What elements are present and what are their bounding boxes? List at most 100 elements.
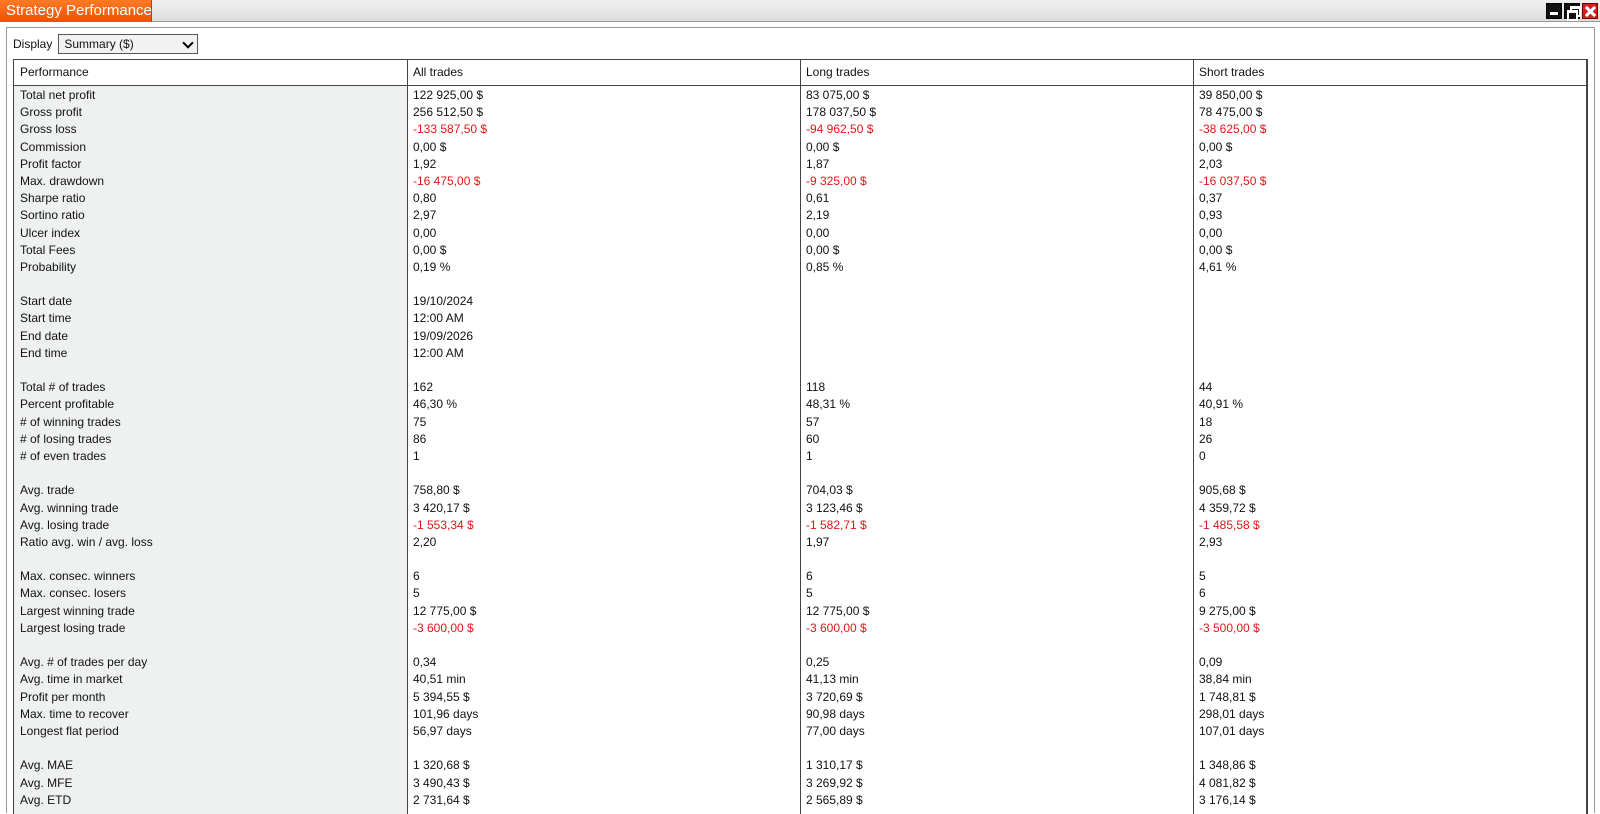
row-value: 18: [1199, 414, 1213, 429]
row-value: [800, 328, 806, 345]
row-value: 5: [1199, 569, 1206, 584]
row-label: Percent profitable: [20, 397, 115, 412]
table-row[interactable]: Gross loss -133 587,50 $ -94 962,50 $ -38 6…: [14, 121, 1587, 138]
table-row[interactable]: Avg. time in market 40,51 min 41,13 min 38,…: [14, 671, 1587, 688]
table-row[interactable]: [14, 465, 1587, 482]
row-value: 3 176,14 $: [1199, 792, 1256, 807]
table-row[interactable]: End time 12:00 AM: [14, 345, 1587, 362]
table-row[interactable]: Sortino ratio 2,97 2,19 0,93: [14, 207, 1587, 224]
row-value: [407, 551, 413, 568]
display-label: Display: [13, 37, 53, 51]
row-value: 0,00 $: [806, 139, 840, 154]
row-value: 0,00: [413, 225, 437, 240]
window-titlebar[interactable]: Strategy Performance: [0, 0, 1600, 22]
row-value: [1193, 465, 1199, 482]
header-long-trades[interactable]: Long trades: [800, 60, 1193, 85]
row-value: [800, 293, 806, 310]
row-value: -133 587,50 $: [413, 122, 488, 137]
table-row[interactable]: [14, 740, 1587, 757]
table-row[interactable]: Avg. MAE 1 320,68 $ 1 310,17 $ 1 348,86 $: [14, 757, 1587, 774]
row-value: 41,13 min: [806, 672, 859, 687]
table-row[interactable]: Sharpe ratio 0,80 0,61 0,37: [14, 190, 1587, 207]
row-label: Max. consec. losers: [20, 586, 127, 601]
table-row[interactable]: Max. consec. winners 6 6 5: [14, 568, 1587, 585]
row-label: Max. time to recover: [20, 706, 129, 721]
row-value: 3 123,46 $: [806, 500, 863, 515]
table-row[interactable]: Ulcer index 0,00 0,00 0,00: [14, 225, 1587, 242]
restore-icon[interactable]: [1564, 3, 1581, 21]
table-row[interactable]: # of losing trades 86 60 26: [14, 431, 1587, 448]
table-row[interactable]: Gross profit 256 512,50 $ 178 037,50 $ 78 4…: [14, 104, 1587, 121]
table-row[interactable]: Profit factor 1,92 1,87 2,03: [14, 156, 1587, 173]
row-value: -3 500,00 $: [1199, 620, 1260, 635]
row-label: [14, 362, 20, 379]
header-all-trades[interactable]: All trades: [407, 60, 800, 85]
header-short-trades[interactable]: Short trades: [1193, 60, 1586, 85]
row-value: 256 512,50 $: [413, 105, 484, 120]
row-value: 178 037,50 $: [806, 105, 877, 120]
row-value: -16 475,00 $: [413, 173, 481, 188]
row-value: 4 081,82 $: [1199, 775, 1256, 790]
table-row[interactable]: Max. drawdown -16 475,00 $ -9 325,00 $ -16 …: [14, 173, 1587, 190]
display-selector: Display Summary ($): [13, 34, 199, 54]
table-row[interactable]: Avg. winning trade 3 420,17 $ 3 123,46 $ 4 …: [14, 500, 1587, 517]
table-row[interactable]: Avg. MFE 3 490,43 $ 3 269,92 $ 4 081,82 $: [14, 775, 1587, 792]
row-value: [407, 637, 413, 654]
table-row[interactable]: Start time 12:00 AM: [14, 310, 1587, 327]
row-value: 75: [413, 414, 427, 429]
table-row[interactable]: [14, 276, 1587, 293]
row-value: 704,03 $: [806, 483, 853, 498]
window-title: Strategy Performance: [0, 0, 152, 22]
table-row[interactable]: Avg. trade 758,80 $ 704,03 $ 905,68 $: [14, 482, 1587, 499]
table-row[interactable]: Total Fees 0,00 $ 0,00 $ 0,00 $: [14, 242, 1587, 259]
table-row[interactable]: Total # of trades 162 118 44: [14, 379, 1587, 396]
table-row[interactable]: Total net profit 122 925,00 $ 83 075,00 $ 3…: [14, 87, 1587, 104]
table-row[interactable]: Longest flat period 56,97 days 77,00 days 1…: [14, 723, 1587, 740]
row-value: [1193, 637, 1199, 654]
table-row[interactable]: Probability 0,19 % 0,85 % 4,61 %: [14, 259, 1587, 276]
header-performance[interactable]: Performance: [14, 60, 407, 85]
row-label: End time: [20, 345, 68, 360]
table-row[interactable]: Largest losing trade -3 600,00 $ -3 600,00…: [14, 620, 1587, 637]
table-row[interactable]: [14, 551, 1587, 568]
table-row[interactable]: # of even trades 1 1 0: [14, 448, 1587, 465]
table-row[interactable]: Percent profitable 46,30 % 48,31 % 40,91 %: [14, 396, 1587, 413]
table-row[interactable]: Largest winning trade 12 775,00 $ 12 775,0…: [14, 603, 1587, 620]
row-label: Total net profit: [20, 88, 96, 102]
table-row[interactable]: Avg. # of trades per day 0,34 0,25 0,09: [14, 654, 1587, 671]
row-value: 78 475,00 $: [1199, 105, 1263, 120]
display-select[interactable]: Summary ($): [58, 34, 199, 54]
row-label: [14, 276, 20, 293]
minimize-icon[interactable]: [1546, 3, 1562, 19]
table-row[interactable]: End date 19/09/2026: [14, 328, 1587, 345]
table-row[interactable]: [14, 637, 1587, 654]
table-row[interactable]: Start date 19/10/2024: [14, 293, 1587, 310]
table-row[interactable]: # of winning trades 75 57 18: [14, 414, 1587, 431]
row-label: Avg. ETD: [20, 792, 72, 807]
row-value: 12:00 AM: [413, 311, 464, 326]
row-label: Avg. MAE: [20, 758, 74, 773]
row-value: 0,25: [806, 655, 830, 670]
table-row[interactable]: Max. time to recover 101,96 days 90,98 day…: [14, 706, 1587, 723]
row-value: 3 269,92 $: [806, 775, 863, 790]
row-value: 2,97: [413, 208, 437, 223]
table-row[interactable]: Profit per month 5 394,55 $ 3 720,69 $ 1 74…: [14, 689, 1587, 706]
row-value: 0,00 $: [1199, 242, 1233, 257]
row-value: [1193, 740, 1199, 757]
row-value: 6: [806, 569, 813, 584]
close-icon[interactable]: [1582, 3, 1598, 19]
row-value: 5: [806, 586, 813, 601]
row-value: 19/09/2026: [413, 328, 474, 343]
row-value: 162: [413, 380, 434, 395]
table-row[interactable]: Avg. losing trade -1 553,34 $ -1 582,71 $ -…: [14, 517, 1587, 534]
table-row[interactable]: Avg. ETD 2 731,64 $ 2 565,89 $ 3 176,14 $: [14, 792, 1587, 809]
table-row[interactable]: Commission 0,00 $ 0,00 $ 0,00 $: [14, 139, 1587, 156]
table-row[interactable]: Ratio avg. win / avg. loss 2,20 1,97 2,93: [14, 534, 1587, 551]
row-value: 39 850,00 $: [1199, 88, 1263, 102]
row-label: # of winning trades: [20, 414, 121, 429]
table-row[interactable]: Max. consec. losers 5 5 6: [14, 585, 1587, 602]
table-row[interactable]: [14, 362, 1587, 379]
row-value: 6: [1199, 586, 1206, 601]
row-label: Ratio avg. win / avg. loss: [20, 534, 153, 549]
row-value: 118: [806, 380, 826, 395]
